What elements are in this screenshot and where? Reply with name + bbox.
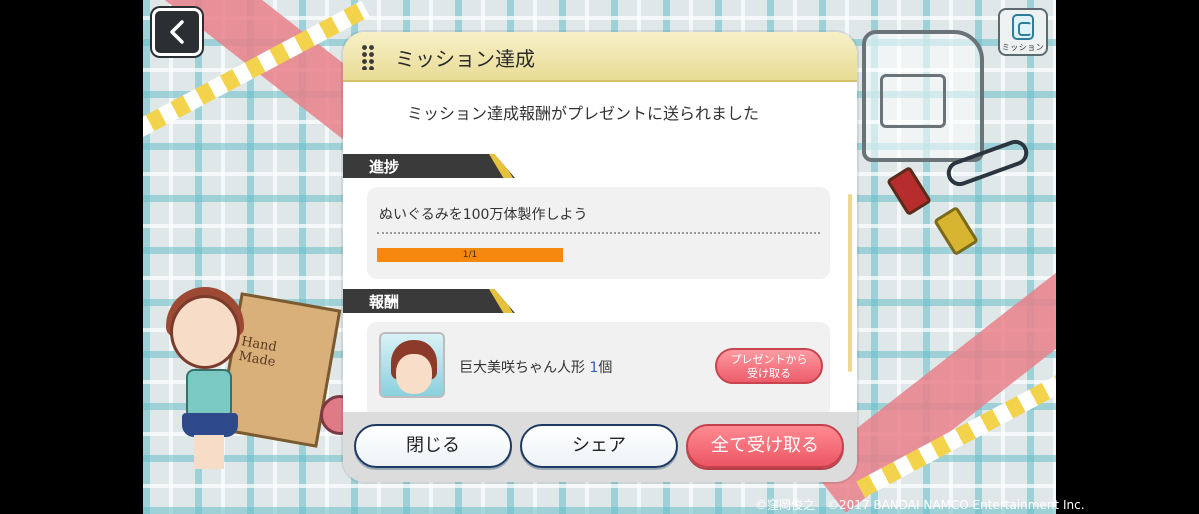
- receive-from-present-label: プレゼントから 受け取る: [730, 353, 808, 380]
- drag-handle-icon: [361, 44, 375, 70]
- close-button[interactable]: 閉じる: [354, 424, 512, 468]
- dialog-footer: 閉じる シェア 全て受け取る: [343, 412, 857, 482]
- copyright-text: ©窪岡俊之 ©2017 BANDAI NAMCO Entertainment I…: [755, 498, 1085, 512]
- mission-button[interactable]: ミッション: [998, 8, 1048, 56]
- mission-task-text: ぬいぐるみを100万体製作しよう: [379, 207, 588, 223]
- sewing-machine-illustration: [862, 30, 984, 162]
- receive-all-button[interactable]: 全て受け取る: [686, 424, 844, 468]
- dialog-header: ミッション達成: [343, 32, 857, 82]
- reward-section-header: 報酬: [343, 289, 515, 313]
- character-legs: [194, 435, 224, 469]
- character-face: [170, 295, 240, 369]
- dialog-title: ミッション達成: [395, 47, 535, 71]
- reward-unit: 個: [598, 360, 613, 376]
- reward-sent-notice: ミッション達成報酬がプレゼントに送られました: [406, 104, 759, 123]
- character-skirt: [182, 413, 238, 437]
- thumbnail-face: [396, 354, 432, 394]
- divider: [377, 232, 820, 234]
- dialog-content[interactable]: ミッション達成報酬がプレゼントに送られました 進捗 ぬいぐるみを100万体製作し…: [343, 84, 857, 412]
- reward-section-label: 報酬: [369, 293, 400, 311]
- back-button[interactable]: [152, 8, 202, 56]
- character-body: [186, 369, 232, 419]
- progress-count: 1/1: [462, 250, 478, 260]
- mission-icon: [1012, 14, 1034, 40]
- progress-section-header: 進捗: [343, 154, 515, 178]
- progress-card: ぬいぐるみを100万体製作しよう 1/1: [367, 187, 830, 279]
- mission-complete-dialog: ミッション達成 ミッション達成報酬がプレゼントに送られました 進捗 ぬいぐるみを…: [343, 32, 857, 482]
- scrollbar[interactable]: [848, 194, 852, 372]
- progress-bar: 1/1: [377, 248, 563, 262]
- mission-button-label: ミッション: [1001, 43, 1045, 52]
- reward-name-text: 巨大美咲ちゃん人形: [459, 360, 585, 376]
- reward-item-name: 巨大美咲ちゃん人形 1個: [459, 357, 612, 377]
- reward-item-thumbnail: [379, 332, 445, 398]
- share-button[interactable]: シェア: [520, 424, 678, 468]
- character-illustration: [160, 285, 280, 475]
- progress-section-label: 進捗: [369, 158, 400, 176]
- chevron-left-icon: [170, 20, 184, 44]
- receive-from-present-button[interactable]: プレゼントから 受け取る: [715, 348, 823, 384]
- reward-card: 巨大美咲ちゃん人形 1個 プレゼントから 受け取る: [367, 322, 830, 412]
